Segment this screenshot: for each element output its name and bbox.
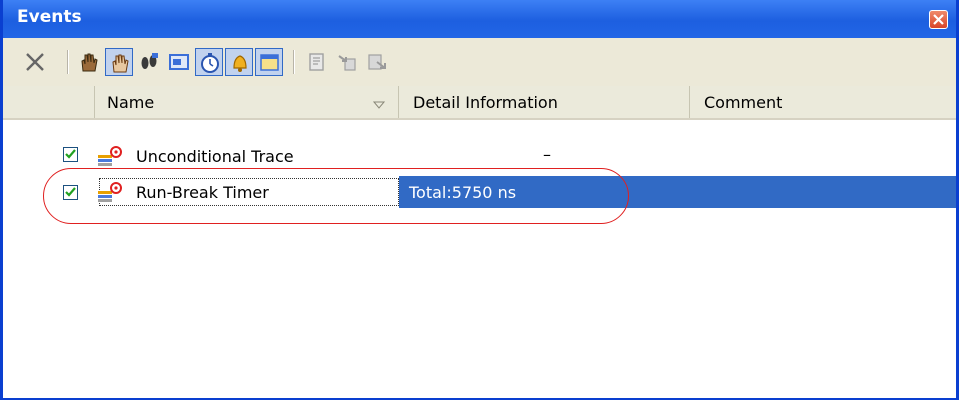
window-icon: [169, 54, 189, 70]
footprints-icon: [141, 53, 158, 69]
hand-icon: [112, 54, 129, 73]
event-name: Unconditional Trace: [136, 147, 294, 166]
column-header-comment[interactable]: Comment: [690, 86, 950, 118]
window-icon: [260, 54, 279, 71]
list-item[interactable]: Run-Break Timer Total:5750 ns: [3, 176, 956, 208]
column-header-comment-label: Comment: [704, 93, 783, 112]
delete-x-icon: [26, 53, 44, 71]
event-detail: –: [543, 145, 551, 164]
timer-button[interactable]: [195, 48, 223, 76]
import-button[interactable]: [333, 48, 361, 76]
software-break-button[interactable]: [105, 48, 133, 76]
list-item[interactable]: Unconditional Trace –: [3, 140, 956, 172]
event-detail: Total:5750 ns: [409, 183, 517, 202]
bell-icon: [233, 55, 247, 72]
events-window: Events Name Detail Information Comment U…: [0, 0, 959, 400]
import-icon: [338, 55, 356, 71]
toolbar: [3, 38, 956, 87]
checkmark-icon: [65, 149, 76, 159]
edit-condition-button[interactable]: [303, 48, 331, 76]
delete-button[interactable]: [21, 48, 49, 76]
window-title: Events: [17, 7, 82, 27]
column-header-name-label: Name: [107, 93, 155, 112]
export-icon: [368, 54, 386, 70]
column-header-detail-label: Detail Information: [413, 93, 558, 112]
close-icon: [933, 14, 944, 25]
action-button[interactable]: [225, 48, 253, 76]
list-header: Name Detail Information Comment: [3, 86, 956, 120]
timer-event-icon: [98, 182, 122, 202]
close-button[interactable]: [929, 10, 948, 29]
enable-checkbox[interactable]: [63, 147, 78, 162]
export-button[interactable]: [363, 48, 391, 76]
column-header-detail[interactable]: Detail Information: [399, 86, 690, 118]
other-button[interactable]: [255, 48, 283, 76]
enable-checkbox[interactable]: [63, 185, 78, 200]
sort-descending-icon: [373, 101, 385, 109]
stopwatch-icon: [201, 53, 219, 73]
header-spacer: [3, 86, 95, 118]
column-header-name[interactable]: Name: [95, 86, 399, 118]
hand-icon: [81, 53, 98, 72]
trace-event-icon: [98, 146, 122, 166]
filter-button[interactable]: [165, 48, 193, 76]
trace-button[interactable]: [135, 48, 163, 76]
title-bar[interactable]: Events: [3, 0, 956, 38]
document-icon: [309, 53, 324, 71]
event-name: Run-Break Timer: [136, 183, 269, 202]
toolbar-separator: [293, 50, 295, 74]
hardware-break-button[interactable]: [75, 48, 103, 76]
toolbar-separator: [67, 50, 69, 74]
checkmark-icon: [65, 187, 76, 197]
